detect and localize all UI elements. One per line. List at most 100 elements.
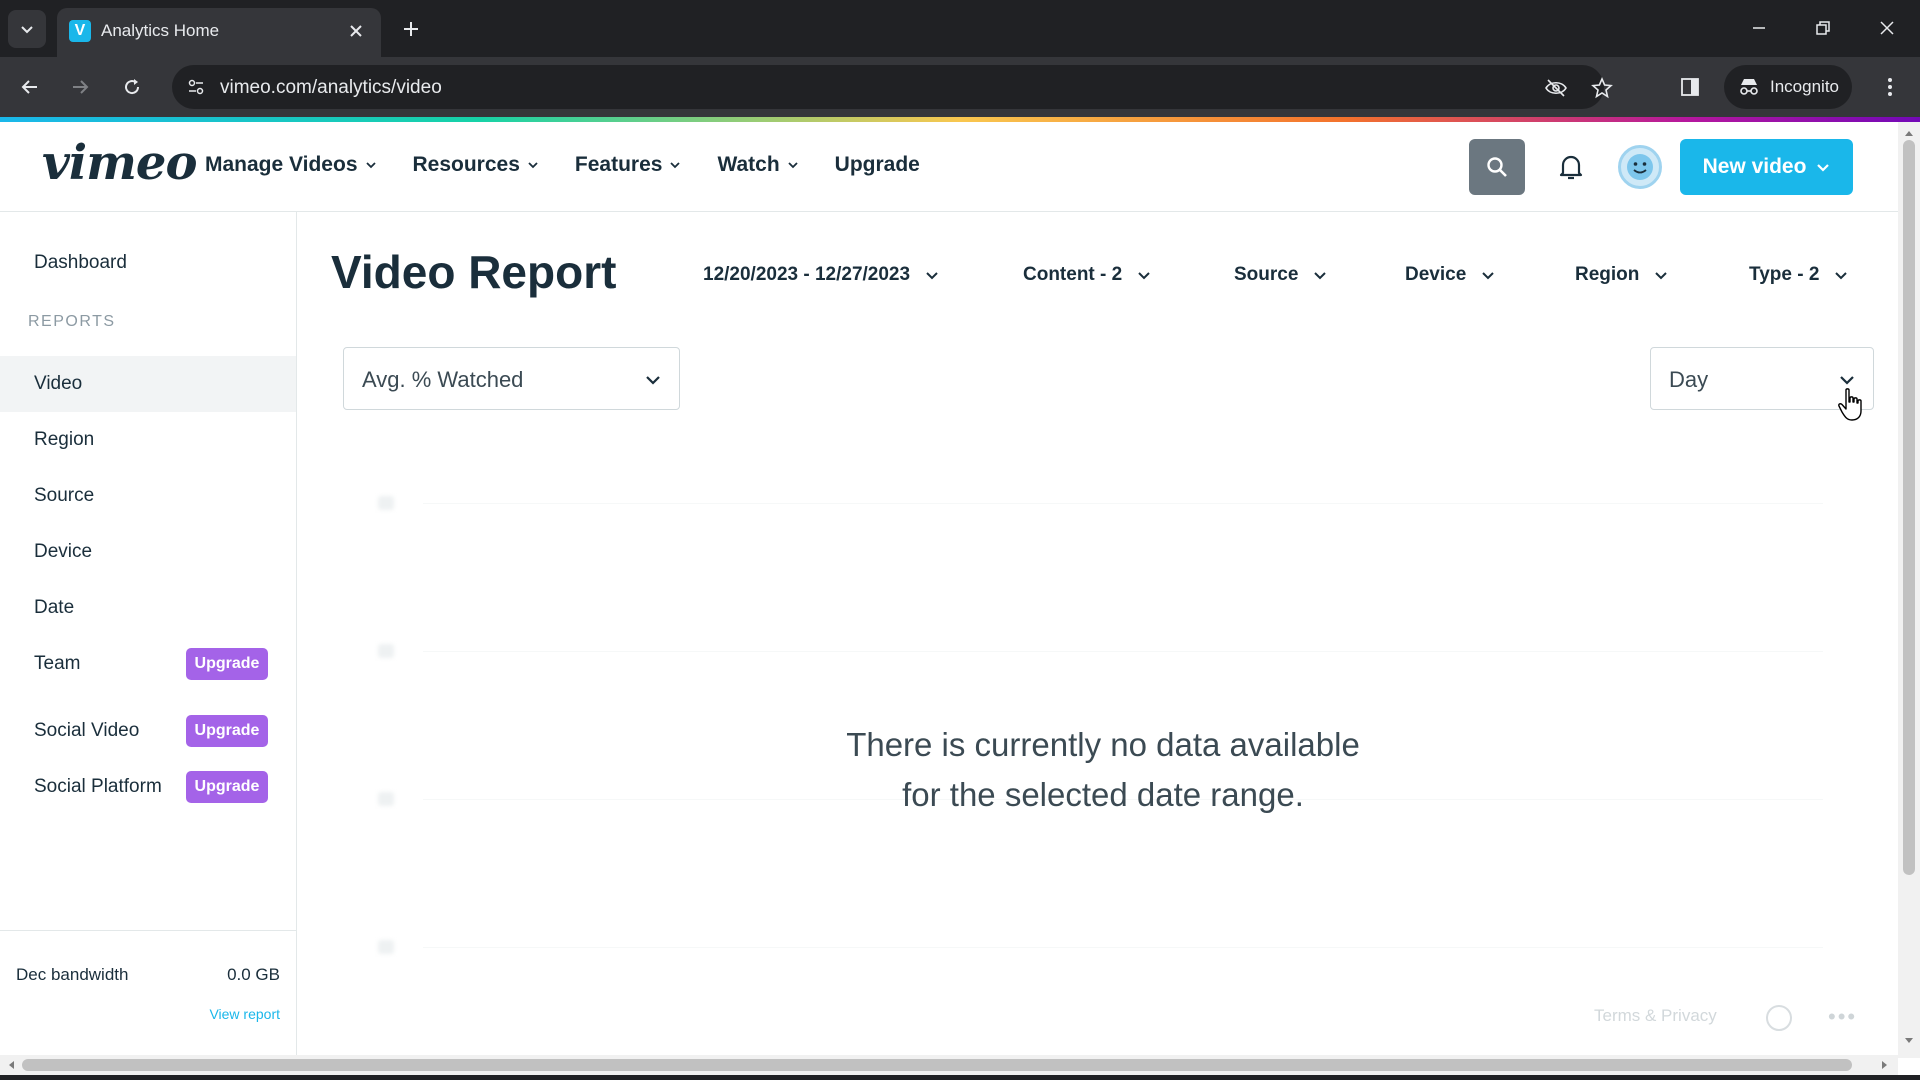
compass-icon[interactable] bbox=[1766, 1005, 1792, 1031]
smiley-avatar-icon bbox=[1627, 154, 1653, 180]
chevron-down-icon bbox=[1138, 272, 1150, 280]
bell-icon bbox=[1559, 155, 1583, 180]
incognito-label: Incognito bbox=[1770, 77, 1839, 96]
upgrade-badge-team[interactable]: Upgrade bbox=[186, 648, 268, 680]
browser-menu-button[interactable] bbox=[1872, 69, 1908, 105]
empty-state-line-1: There is currently no data available bbox=[846, 726, 1360, 763]
chevron-down-icon bbox=[1835, 272, 1848, 280]
bookmark-star-icon[interactable] bbox=[1589, 75, 1615, 101]
nav-watch[interactable]: Watch bbox=[717, 152, 798, 178]
period-select-value: Day bbox=[1669, 367, 1709, 392]
bandwidth-label: Dec bandwidth bbox=[16, 965, 129, 984]
chevron-down-icon bbox=[1817, 164, 1830, 172]
reports-heading: REPORTS bbox=[28, 313, 116, 330]
arrow-left-icon bbox=[21, 80, 37, 94]
new-video-button[interactable]: New video bbox=[1680, 139, 1853, 195]
vimeo-favicon-icon: V bbox=[69, 20, 91, 42]
scroll-left-icon[interactable] bbox=[4, 1058, 18, 1072]
empty-state-message: There is currently no data available for… bbox=[333, 720, 1873, 820]
content-filter[interactable]: Content - 2 bbox=[1023, 263, 1152, 287]
placeholder-gridline bbox=[423, 503, 1823, 504]
placeholder-tick bbox=[378, 940, 394, 954]
avatar[interactable] bbox=[1618, 145, 1662, 189]
chevron-down-icon bbox=[1655, 272, 1668, 280]
arrow-right-icon bbox=[73, 80, 89, 94]
page-title: Video Report bbox=[331, 246, 617, 298]
placeholder-gridline bbox=[423, 651, 1823, 652]
forward-button[interactable] bbox=[62, 69, 98, 105]
plus-icon bbox=[404, 22, 418, 36]
url-text: vimeo.com/analytics/video bbox=[220, 77, 442, 98]
window-bottom-edge bbox=[0, 1075, 1920, 1080]
metric-select[interactable]: Avg. % Watched bbox=[343, 347, 680, 410]
back-button[interactable] bbox=[12, 69, 48, 105]
incognito-indicator[interactable]: Incognito bbox=[1724, 65, 1852, 109]
placeholder-tick bbox=[378, 496, 394, 510]
top-navigation: Manage Videos Resources Features Watch U… bbox=[205, 152, 920, 178]
search-button[interactable] bbox=[1469, 139, 1525, 195]
more-horizontal-icon[interactable]: ••• bbox=[1828, 1004, 1857, 1030]
minimize-button[interactable] bbox=[1734, 8, 1784, 48]
browser-tab[interactable]: V Analytics Home bbox=[57, 8, 381, 57]
reload-button[interactable] bbox=[114, 69, 150, 105]
restore-button[interactable] bbox=[1798, 8, 1848, 48]
restore-icon bbox=[1816, 21, 1830, 35]
close-icon bbox=[1880, 21, 1894, 35]
side-panel-button[interactable] bbox=[1672, 69, 1708, 105]
close-window-button[interactable] bbox=[1862, 8, 1912, 48]
sidebar-item-device[interactable]: Device bbox=[0, 524, 296, 580]
close-icon bbox=[350, 25, 362, 37]
scroll-up-icon[interactable] bbox=[1902, 126, 1916, 140]
incognito-icon bbox=[1740, 79, 1758, 95]
tab-search-button[interactable] bbox=[8, 10, 46, 48]
nav-upgrade[interactable]: Upgrade bbox=[835, 152, 920, 178]
tracking-protection-icon[interactable] bbox=[1543, 75, 1569, 101]
tab-title: Analytics Home bbox=[101, 21, 220, 40]
upgrade-badge-social-video[interactable]: Upgrade bbox=[186, 715, 268, 747]
chevron-down-icon bbox=[21, 26, 33, 34]
chevron-down-icon bbox=[670, 162, 681, 169]
scroll-right-icon[interactable] bbox=[1878, 1058, 1892, 1072]
new-tab-button[interactable] bbox=[394, 12, 428, 46]
metric-select-value: Avg. % Watched bbox=[362, 367, 524, 392]
search-icon bbox=[1487, 157, 1507, 177]
sidebar-item-region[interactable]: Region bbox=[0, 412, 296, 468]
vimeo-logo[interactable]: vimeo bbox=[42, 138, 197, 188]
sidebar-item-date[interactable]: Date bbox=[0, 580, 296, 636]
nav-resources[interactable]: Resources bbox=[413, 152, 539, 178]
hand-cursor-icon bbox=[1838, 388, 1862, 421]
sidebar-item-source[interactable]: Source bbox=[0, 468, 296, 524]
notifications-button[interactable] bbox=[1552, 148, 1590, 186]
horizontal-scrollbar-thumb[interactable] bbox=[22, 1059, 1852, 1071]
sidebar-item-dashboard[interactable]: Dashboard bbox=[0, 235, 296, 291]
sidebar-item-video[interactable]: Video bbox=[0, 356, 296, 412]
scroll-down-icon[interactable] bbox=[1902, 1034, 1916, 1048]
browser-toolbar: vimeo.com/analytics/video Incognito bbox=[0, 57, 1920, 117]
source-filter[interactable]: Source bbox=[1234, 263, 1328, 287]
region-filter[interactable]: Region bbox=[1575, 263, 1669, 287]
chevron-down-icon bbox=[926, 272, 938, 280]
site-settings-icon[interactable] bbox=[184, 75, 208, 99]
date-range-filter[interactable]: 12/20/2023 - 12/27/2023 bbox=[703, 263, 940, 287]
analytics-sidebar: Dashboard REPORTS Video Region Source De… bbox=[0, 212, 297, 1055]
placeholder-tick bbox=[378, 644, 394, 658]
nav-features[interactable]: Features bbox=[575, 152, 682, 178]
chevron-down-icon bbox=[365, 162, 376, 169]
device-filter[interactable]: Device bbox=[1405, 263, 1496, 287]
browser-tabstrip: V Analytics Home bbox=[0, 0, 1920, 57]
placeholder-gridline bbox=[423, 947, 1823, 948]
nav-manage-videos[interactable]: Manage Videos bbox=[205, 152, 377, 178]
bandwidth-panel: Dec bandwidth 0.0 GB View report bbox=[0, 930, 296, 1055]
chart-area: There is currently no data available for… bbox=[333, 430, 1873, 1010]
chevron-down-icon bbox=[641, 368, 665, 392]
upgrade-badge-social-platform[interactable]: Upgrade bbox=[186, 771, 268, 803]
reload-icon bbox=[125, 79, 140, 95]
type-filter[interactable]: Type - 2 bbox=[1749, 263, 1849, 287]
vertical-scrollbar-thumb[interactable] bbox=[1903, 140, 1915, 875]
bandwidth-value: 0.0 GB bbox=[227, 965, 280, 984]
address-bar[interactable]: vimeo.com/analytics/video bbox=[172, 65, 1613, 109]
more-vertical-icon bbox=[1888, 78, 1892, 96]
terms-privacy-link[interactable]: Terms & Privacy bbox=[1594, 1006, 1717, 1026]
view-report-link[interactable]: View report bbox=[209, 1006, 280, 1022]
tab-close-button[interactable] bbox=[345, 20, 367, 42]
